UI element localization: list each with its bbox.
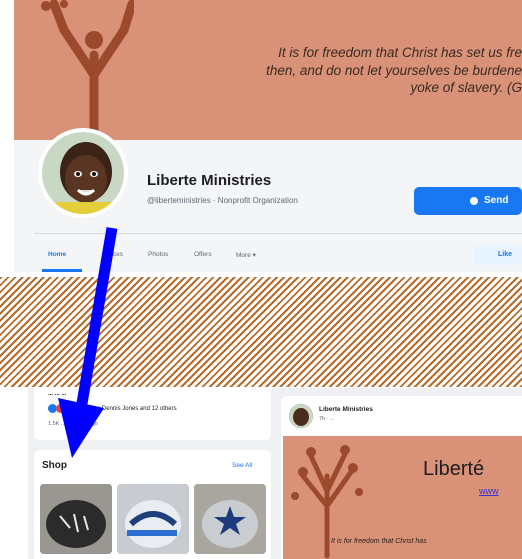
- shop-card: Shop See All: [34, 450, 271, 559]
- cover-quote: It is for freedom that Christ has set us…: [136, 44, 522, 97]
- tab-services[interactable]: ...ices: [106, 251, 123, 258]
- post-image-quote: It is for freedom that Christ has: [331, 538, 427, 545]
- send-message-button[interactable]: Send: [414, 187, 522, 215]
- cover-quote-line: yoke of slavery. (G: [410, 80, 522, 95]
- post-timestamp[interactable]: 7h · ...: [319, 416, 335, 422]
- shop-title: Shop: [42, 460, 67, 471]
- signed-glove-icon: [40, 484, 112, 554]
- tab-photos[interactable]: Photos: [148, 251, 168, 258]
- intro-text: ... ... ...: [48, 391, 67, 397]
- post-author-name[interactable]: Liberte Ministries: [319, 406, 373, 413]
- page-feed-panel: ... ... ... ... ...ngomery, Dennis Jones…: [28, 388, 522, 559]
- cover-quote-line: It is for freedom that Christ has set us…: [278, 45, 522, 60]
- active-tab-indicator: [42, 269, 82, 272]
- child-portrait-icon: [289, 404, 313, 428]
- post-author-avatar[interactable]: [289, 404, 313, 428]
- shop-product-thumbnail[interactable]: [117, 484, 189, 554]
- tab-more-label: More: [236, 252, 251, 259]
- star-helmet-icon: [194, 484, 266, 554]
- tab-home[interactable]: Home: [48, 251, 66, 258]
- child-portrait-icon: [42, 132, 124, 214]
- post-image-link[interactable]: www: [479, 486, 499, 496]
- page-title: Liberte Ministries: [147, 172, 272, 189]
- messenger-icon: [470, 197, 478, 205]
- chevron-down-icon: ▾: [252, 252, 256, 259]
- intro-card: ... ... ... ... ...ngomery, Dennis Jones…: [34, 388, 271, 440]
- helmet-icon: [117, 484, 189, 554]
- profile-avatar[interactable]: [38, 128, 128, 218]
- header-divider: [34, 233, 522, 234]
- tab-more[interactable]: More ▾: [236, 251, 256, 259]
- tree-logo-icon: [41, 0, 134, 140]
- cover-photo[interactable]: It is for freedom that Christ has set us…: [14, 0, 522, 140]
- tab-offers[interactable]: Offers: [194, 251, 212, 258]
- page-header-panel: It is for freedom that Christ has set us…: [14, 0, 522, 272]
- shop-product-thumbnail[interactable]: [40, 484, 112, 554]
- followers-count: 1.5K ... ...weeks ago: [48, 421, 98, 427]
- page-handle: @liberteministries · Nonprofit Organizat…: [147, 196, 298, 205]
- cover-quote-line: then, and do not let yourselves be burde…: [266, 62, 522, 78]
- friends-who-like[interactable]: ... ...ngomery, Dennis Jones and 12 othe…: [64, 406, 177, 412]
- shop-product-thumbnail[interactable]: [194, 484, 266, 554]
- post-image[interactable]: Liberté www It is for freedom that Chris…: [283, 436, 522, 559]
- post-image-brand-title: Liberté: [423, 458, 485, 480]
- hatched-redaction-band: [0, 277, 522, 387]
- post-card: Liberte Ministries 7h · ... Liberté www …: [281, 396, 522, 559]
- shop-see-all-link[interactable]: See All: [232, 462, 252, 469]
- like-button[interactable]: Like: [474, 245, 522, 265]
- like-button-label: Like: [498, 251, 513, 258]
